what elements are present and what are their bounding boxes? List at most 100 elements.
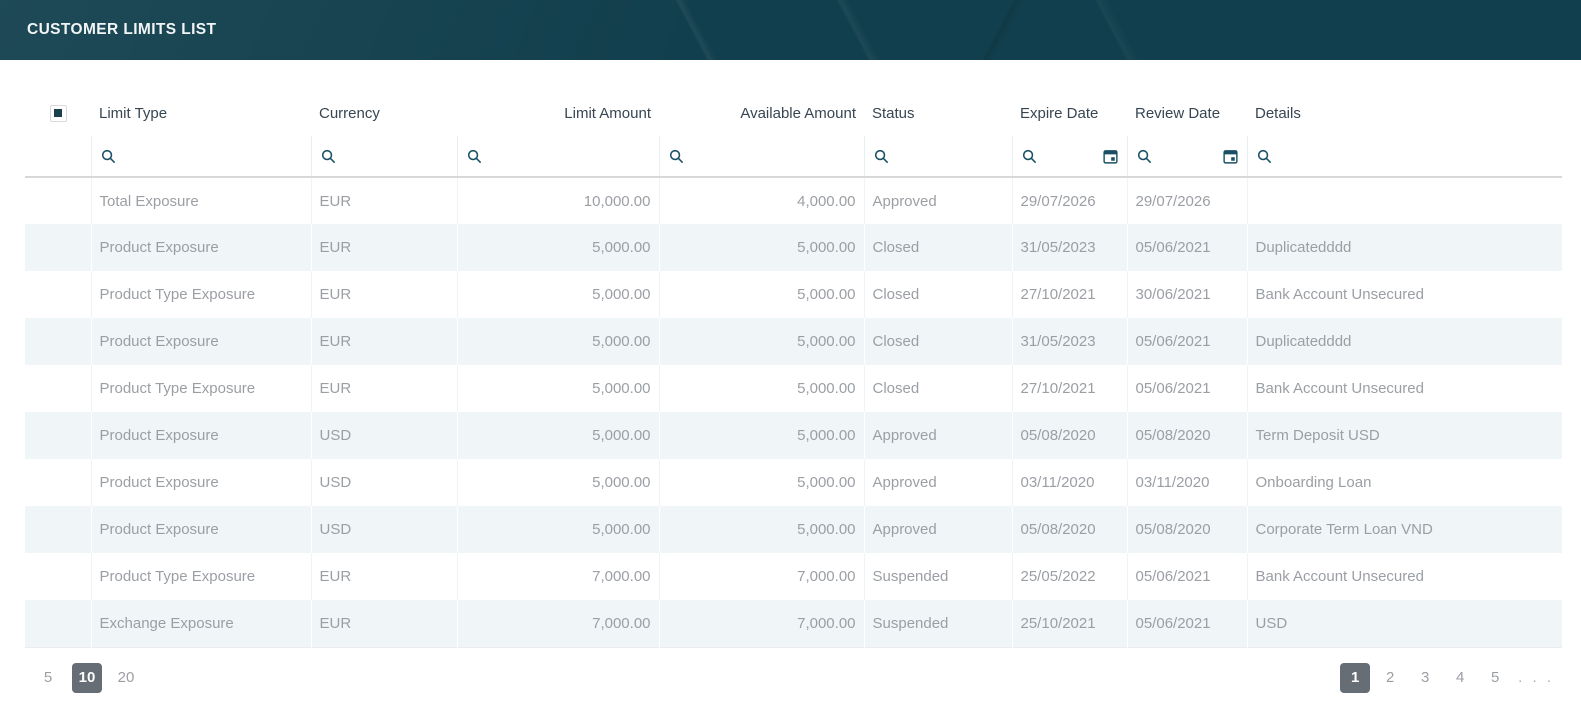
cell-available_amount: 7,000.00 [659, 553, 864, 600]
cell-details: Duplicatedddd [1247, 318, 1562, 365]
row-select-cell[interactable] [25, 600, 91, 647]
column-header-currency[interactable]: Currency [311, 90, 457, 136]
cell-review_date: 05/08/2020 [1127, 412, 1247, 459]
cell-review_date: 05/06/2021 [1127, 365, 1247, 412]
column-header-available_amount[interactable]: Available Amount [659, 90, 864, 136]
cell-currency: USD [311, 506, 457, 553]
filter-cell-status[interactable] [864, 136, 1012, 177]
row-select-cell[interactable] [25, 318, 91, 365]
cell-details: Duplicatedddd [1247, 224, 1562, 271]
filter-cell-limit_amount[interactable] [457, 136, 659, 177]
page-size-selector: 5 10 20 [33, 663, 150, 693]
filter-cell-details[interactable] [1247, 136, 1562, 177]
column-header-expire_date[interactable]: Expire Date [1012, 90, 1127, 136]
cell-review_date: 29/07/2026 [1127, 177, 1247, 224]
cell-status: Suspended [864, 553, 1012, 600]
cell-details: Bank Account Unsecured [1247, 365, 1562, 412]
column-header-limit_amount[interactable]: Limit Amount [457, 90, 659, 136]
search-icon[interactable] [668, 148, 685, 165]
row-select-cell[interactable] [25, 412, 91, 459]
filter-row [25, 136, 1562, 177]
filter-cell-currency[interactable] [311, 136, 457, 177]
cell-limit_type: Product Exposure [91, 318, 311, 365]
pager-ellipsis[interactable]: . . . [1518, 669, 1554, 686]
cell-expire_date: 05/08/2020 [1012, 506, 1127, 553]
cell-currency: EUR [311, 600, 457, 647]
row-select-cell[interactable] [25, 224, 91, 271]
cell-limit_amount: 5,000.00 [457, 412, 659, 459]
table-row[interactable]: Total ExposureEUR10,000.004,000.00Approv… [25, 177, 1562, 224]
cell-details: Term Deposit USD [1247, 412, 1562, 459]
search-icon[interactable] [1021, 148, 1038, 165]
table-row[interactable]: Product ExposureUSD5,000.005,000.00Appro… [25, 459, 1562, 506]
page-4[interactable]: 4 [1445, 663, 1475, 693]
row-select-cell[interactable] [25, 365, 91, 412]
cell-limit_type: Product Exposure [91, 224, 311, 271]
cell-expire_date: 25/05/2022 [1012, 553, 1127, 600]
cell-expire_date: 25/10/2021 [1012, 600, 1127, 647]
cell-expire_date: 31/05/2023 [1012, 318, 1127, 365]
cell-status: Approved [864, 506, 1012, 553]
cell-details: Bank Account Unsecured [1247, 553, 1562, 600]
cell-review_date: 05/06/2021 [1127, 553, 1247, 600]
cell-details [1247, 177, 1562, 224]
filter-cell-available_amount[interactable] [659, 136, 864, 177]
cell-limit_type: Product Exposure [91, 412, 311, 459]
filter-cell-empty [25, 136, 91, 177]
search-icon[interactable] [873, 148, 890, 165]
page-2[interactable]: 2 [1375, 663, 1405, 693]
search-icon[interactable] [100, 148, 117, 165]
cell-details: Onboarding Loan [1247, 459, 1562, 506]
row-select-cell[interactable] [25, 271, 91, 318]
cell-limit_type: Product Exposure [91, 459, 311, 506]
search-icon[interactable] [1256, 148, 1273, 165]
calendar-icon[interactable] [1102, 148, 1119, 165]
filter-cell-review_date[interactable] [1127, 136, 1247, 177]
cell-review_date: 03/11/2020 [1127, 459, 1247, 506]
table-row[interactable]: Product Type ExposureEUR5,000.005,000.00… [25, 271, 1562, 318]
filter-cell-expire_date[interactable] [1012, 136, 1127, 177]
column-header-limit_type[interactable]: Limit Type [91, 90, 311, 136]
cell-limit_amount: 5,000.00 [457, 365, 659, 412]
search-icon[interactable] [1136, 148, 1153, 165]
table-row[interactable]: Product ExposureUSD5,000.005,000.00Appro… [25, 506, 1562, 553]
page-title: CUSTOMER LIMITS LIST [27, 21, 216, 39]
cell-expire_date: 31/05/2023 [1012, 224, 1127, 271]
search-icon[interactable] [466, 148, 483, 165]
cell-available_amount: 5,000.00 [659, 506, 864, 553]
table-row[interactable]: Exchange ExposureEUR7,000.007,000.00Susp… [25, 600, 1562, 647]
row-select-cell[interactable] [25, 553, 91, 600]
cell-currency: EUR [311, 365, 457, 412]
search-icon[interactable] [320, 148, 337, 165]
cell-review_date: 05/06/2021 [1127, 600, 1247, 647]
table-row[interactable]: Product ExposureUSD5,000.005,000.00Appro… [25, 412, 1562, 459]
select-all-checkbox[interactable] [50, 105, 67, 122]
cell-review_date: 05/06/2021 [1127, 318, 1247, 365]
filter-cell-limit_type[interactable] [91, 136, 311, 177]
page-1[interactable]: 1 [1340, 663, 1370, 693]
row-select-cell[interactable] [25, 459, 91, 506]
page-size-5[interactable]: 5 [33, 663, 63, 693]
page-3[interactable]: 3 [1410, 663, 1440, 693]
calendar-icon[interactable] [1222, 148, 1239, 165]
page-size-20[interactable]: 20 [111, 663, 141, 693]
table-row[interactable]: Product Type ExposureEUR7,000.007,000.00… [25, 553, 1562, 600]
cell-limit_type: Product Type Exposure [91, 271, 311, 318]
cell-status: Closed [864, 224, 1012, 271]
column-header-review_date[interactable]: Review Date [1127, 90, 1247, 136]
cell-limit_amount: 10,000.00 [457, 177, 659, 224]
table-row[interactable]: Product Type ExposureEUR5,000.005,000.00… [25, 365, 1562, 412]
table-row[interactable]: Product ExposureEUR5,000.005,000.00Close… [25, 224, 1562, 271]
column-header-status[interactable]: Status [864, 90, 1012, 136]
cell-status: Suspended [864, 600, 1012, 647]
row-select-cell[interactable] [25, 177, 91, 224]
cell-available_amount: 5,000.00 [659, 365, 864, 412]
table-row[interactable]: Product ExposureEUR5,000.005,000.00Close… [25, 318, 1562, 365]
page-5[interactable]: 5 [1480, 663, 1510, 693]
pager: 51020 12345. . . [25, 648, 1562, 704]
cell-status: Approved [864, 177, 1012, 224]
column-header-details[interactable]: Details [1247, 90, 1562, 136]
page-size-10[interactable]: 10 [72, 663, 102, 693]
row-select-cell[interactable] [25, 506, 91, 553]
cell-review_date: 30/06/2021 [1127, 271, 1247, 318]
